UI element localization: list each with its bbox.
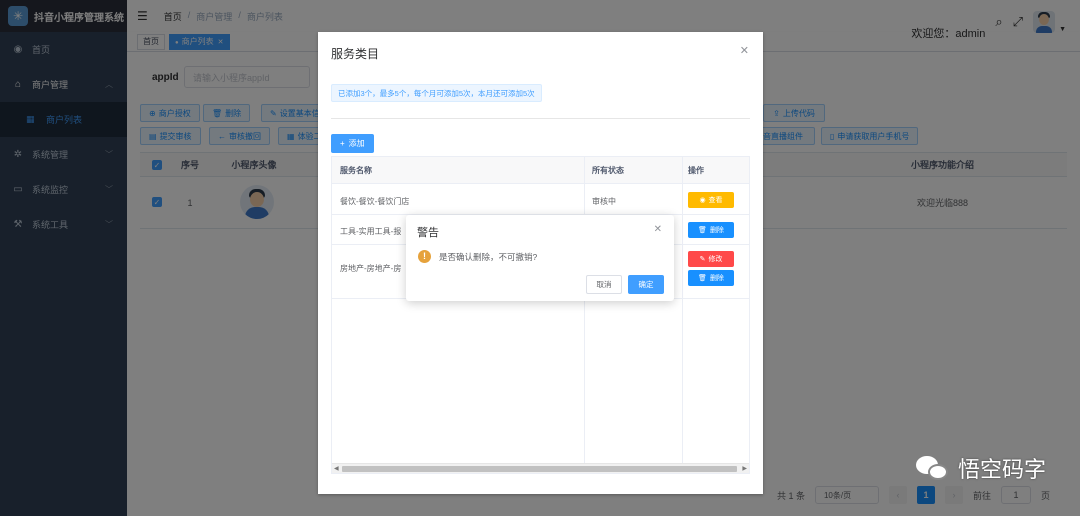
wechat-icon — [915, 454, 950, 482]
scroll-right-icon[interactable]: ▶ — [742, 464, 747, 474]
plus-icon: + — [340, 139, 345, 148]
horizontal-scrollbar[interactable]: ◀ ▶ — [332, 463, 749, 473]
service-table: 服务名称 所有状态 操作 餐饮-餐饮-餐饮门店 审核中 ◉ 查看 工具-实用工具-… — [331, 156, 750, 474]
confirm-message: 是否确认删除，不可撤销? — [439, 252, 538, 262]
delete-button[interactable]: 🗑删除 — [688, 270, 734, 286]
close-icon[interactable]: ✕ — [740, 44, 749, 57]
service-status: 审核中 — [592, 197, 616, 206]
watermark-text: 悟空码字 — [957, 457, 1046, 482]
scroll-left-icon[interactable]: ◀ — [334, 464, 339, 474]
service-name: 餐饮-餐饮-餐饮门店 — [340, 197, 410, 206]
warning-icon: ! — [418, 250, 431, 263]
service-table-header: 服务名称 所有状态 操作 — [332, 157, 749, 184]
service-name: 房地产-房地产-房 — [340, 264, 402, 273]
th-status: 所有状态 — [592, 166, 624, 175]
confirm-dialog: 警告 ✕ ! 是否确认删除，不可撤销? 取消 确定 — [406, 215, 674, 301]
close-icon[interactable]: ✕ — [654, 224, 662, 235]
trash-icon: 🗑 — [698, 227, 707, 234]
th-service-name: 服务名称 — [340, 166, 372, 175]
dialog-title: 服务类目 — [331, 47, 380, 61]
confirm-title: 警告 — [417, 227, 439, 239]
info-alert: 已添加3个，最多5个，每个月可添加5次，本月还可添加5次 — [331, 84, 542, 102]
table-row[interactable]: 餐饮-餐饮-餐饮门店 审核中 ◉ 查看 — [332, 185, 749, 215]
cancel-button[interactable]: 取消 — [586, 275, 622, 294]
scrollbar-thumb[interactable] — [342, 466, 737, 472]
eye-icon: ◉ — [699, 197, 706, 204]
edit-button[interactable]: ✎ 修改 — [688, 251, 734, 267]
edit-icon: ✎ — [699, 256, 706, 263]
confirm-button[interactable]: 确定 — [628, 275, 664, 294]
th-actions: 操作 — [688, 166, 704, 175]
trash-icon: 🗑 — [698, 275, 707, 282]
service-name: 工具-实用工具-报 — [340, 227, 402, 236]
divider — [331, 118, 750, 119]
delete-button[interactable]: 🗑删除 — [688, 222, 734, 238]
watermark: 悟空码字 — [915, 452, 1046, 484]
view-button[interactable]: ◉ 查看 — [688, 192, 734, 208]
add-button[interactable]: + 添加 — [331, 134, 374, 153]
